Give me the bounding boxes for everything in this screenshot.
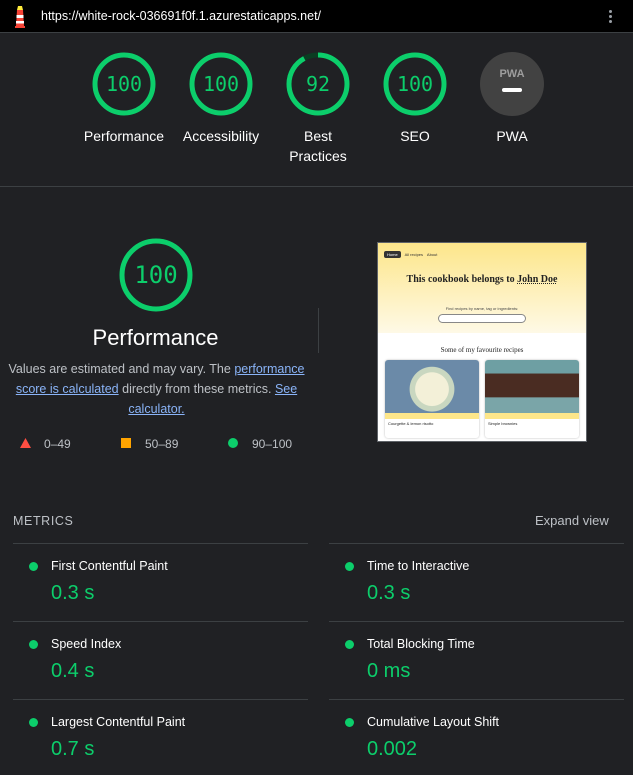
url-text: https://white-rock-036691f0f.1.azurestat… xyxy=(41,9,322,23)
square-icon xyxy=(121,438,131,448)
metric-value: 0.002 xyxy=(367,738,418,760)
url-bar: https://white-rock-036691f0f.1.azurestat… xyxy=(0,0,633,33)
pass-circle-icon xyxy=(29,562,38,571)
metric-label: Total Blocking Time xyxy=(367,637,475,651)
metric-first-contentful-paint: First Contentful Paint 0.3 s xyxy=(13,543,308,621)
gauge-score: 100 xyxy=(106,72,142,96)
performance-title: Performance xyxy=(92,325,219,350)
gauge-pwa[interactable]: PWA PWA xyxy=(462,51,562,146)
more-options-icon[interactable] xyxy=(606,8,614,26)
score-gauge-icon: 100 xyxy=(92,52,156,116)
pwa-badge-icon: PWA xyxy=(480,52,544,116)
gauge-label: PWA xyxy=(496,128,528,144)
metric-value: 0.7 s xyxy=(51,738,95,760)
score-gauge-icon: 100 xyxy=(383,52,447,116)
metric-label: Time to Interactive xyxy=(367,559,470,573)
legend-range: 90–100 xyxy=(252,437,293,451)
category-gauges: 100 Performance 100 Accessibility 92 Bes… xyxy=(0,33,633,187)
triangle-icon xyxy=(20,438,31,448)
performance-score-gauge: 100 xyxy=(119,238,193,312)
legend-range: 0–49 xyxy=(44,437,71,451)
pwa-badge-text: PWA xyxy=(499,68,524,80)
metric-value: 0.3 s xyxy=(51,582,95,604)
score-gauge-icon: 100 xyxy=(189,52,253,116)
metric-value: 0 ms xyxy=(367,660,411,682)
gauge-label: SEO xyxy=(400,128,430,144)
gauge-performance[interactable]: 100 Performance xyxy=(74,51,174,146)
legend-range: 50–89 xyxy=(145,437,179,451)
pass-circle-icon xyxy=(345,562,354,571)
metric-value: 0.4 s xyxy=(51,660,95,682)
pass-circle-icon xyxy=(29,640,38,649)
metric-time-to-interactive: Time to Interactive 0.3 s xyxy=(329,543,624,621)
lighthouse-logo-icon xyxy=(15,6,25,28)
metric-total-blocking-time: Total Blocking Time 0 ms xyxy=(329,621,624,699)
circle-icon xyxy=(228,438,238,448)
metric-speed-index: Speed Index 0.4 s xyxy=(13,621,308,699)
thumb-recipe-title: Courgette & lemon risotto xyxy=(388,421,434,426)
gauge-score: 100 xyxy=(397,72,433,96)
thumb-recipe-card: Simple brownies xyxy=(485,360,579,438)
metric-cumulative-layout-shift: Cumulative Layout Shift 0.002 xyxy=(329,699,624,775)
gauge-score: 100 xyxy=(203,72,239,96)
gauge-score: 92 xyxy=(306,72,330,96)
pass-circle-icon xyxy=(345,640,354,649)
divider xyxy=(318,308,319,353)
thumb-nav-item: All recipes xyxy=(404,252,424,257)
gauge-seo[interactable]: 100 SEO xyxy=(365,51,465,146)
gauge-accessibility[interactable]: 100 Accessibility xyxy=(171,51,271,146)
metric-label: First Contentful Paint xyxy=(51,559,168,573)
metrics-heading: METRICS xyxy=(13,514,74,528)
thumb-search-box xyxy=(438,314,526,323)
performance-description: Values are estimated and may vary. The p… xyxy=(8,359,305,419)
pass-circle-icon xyxy=(29,718,38,727)
metric-label: Largest Contentful Paint xyxy=(51,715,186,729)
metric-label: Speed Index xyxy=(51,637,122,651)
thumb-nav-item: Home xyxy=(384,251,401,258)
metric-largest-contentful-paint: Largest Contentful Paint 0.7 s xyxy=(13,699,308,775)
gauge-label: Best Practices xyxy=(289,128,347,164)
gauge-label: Accessibility xyxy=(182,128,260,144)
thumb-search-hint: Find recipes by name, tag or ingredients… xyxy=(445,306,519,311)
thumb-nav-item: About xyxy=(426,252,438,257)
desc-text: Values are estimated and may vary. The xyxy=(8,362,235,376)
gauge-label: Performance xyxy=(83,128,165,144)
metric-label: Cumulative Layout Shift xyxy=(367,715,500,729)
thumb-recipe-card: Courgette & lemon risotto xyxy=(385,360,479,438)
thumb-section-title: Some of my favourite recipes xyxy=(440,346,524,354)
thumb-nav: Home All recipes About xyxy=(384,251,437,258)
thumb-heading: This cookbook belongs to John Doe xyxy=(406,274,558,285)
metric-value: 0.3 s xyxy=(367,582,411,604)
gauge-best-practices[interactable]: 92 Best Practices xyxy=(268,51,368,166)
pass-circle-icon xyxy=(345,718,354,727)
score-gauge-icon: 92 xyxy=(286,52,350,116)
final-screenshot[interactable]: Home All recipes About This cookbook bel… xyxy=(377,242,587,442)
thumb-recipe-title: Simple brownies xyxy=(488,421,518,426)
performance-score: 100 xyxy=(134,261,177,289)
expand-view-button[interactable]: Expand view xyxy=(535,513,609,528)
desc-text: directly from these metrics. xyxy=(118,382,275,396)
